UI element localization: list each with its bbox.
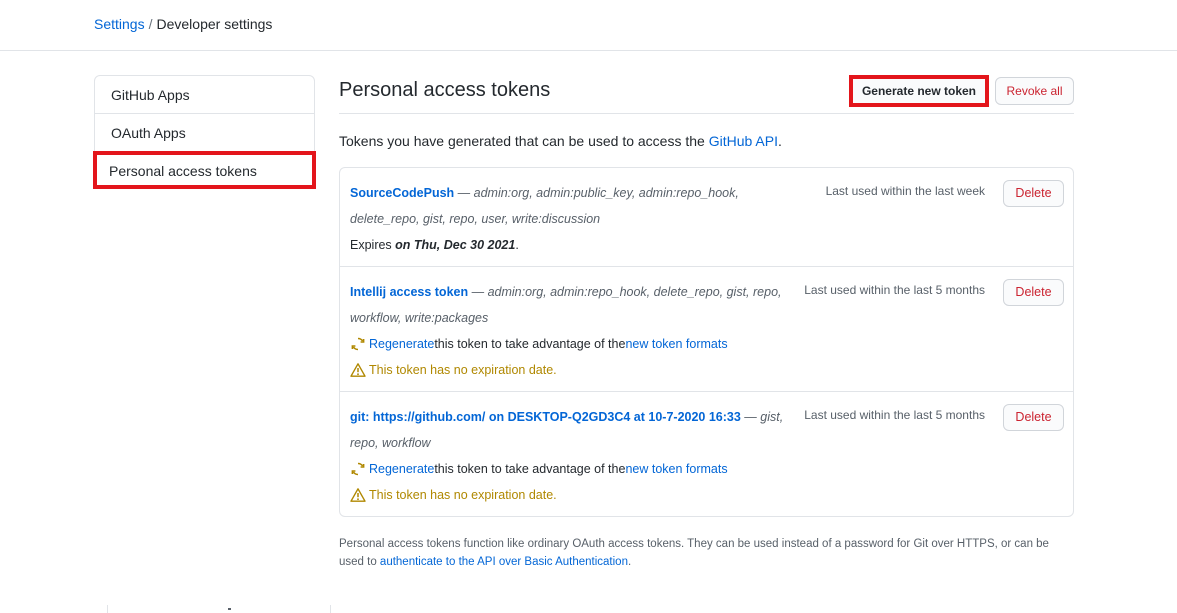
warning-text: This token has no expiration date.	[369, 488, 557, 502]
breadcrumb-settings-link[interactable]: Settings	[94, 16, 145, 32]
token-regenerate-notice: Regenerate this token to take advantage …	[350, 331, 1063, 357]
regenerate-text: this token to take advantage of the	[434, 462, 626, 476]
regenerate-text: this token to take advantage of the	[434, 337, 626, 351]
generate-new-token-button[interactable]: Generate new token	[849, 75, 989, 107]
token-row: Intellij access token — admin:org, admin…	[340, 267, 1073, 392]
token-expiry-date: on Thu, Dec 30 2021	[395, 238, 516, 252]
new-token-formats-link[interactable]: new token formats	[625, 456, 727, 482]
token-dash: —	[454, 186, 474, 200]
sidebar-item-github-apps[interactable]: GitHub Apps	[95, 76, 314, 114]
token-row: git: https://github.com/ on DESKTOP-Q2GD…	[340, 392, 1073, 516]
token-name-link[interactable]: Intellij access token	[350, 285, 468, 299]
revoke-all-button[interactable]: Revoke all	[995, 77, 1074, 105]
delete-token-button[interactable]: Delete	[1003, 404, 1064, 431]
alert-icon	[350, 488, 366, 502]
new-token-formats-link[interactable]: new token formats	[625, 331, 727, 357]
token-dash: —	[468, 285, 488, 299]
token-last-used: Last used within the last 5 months	[804, 283, 985, 297]
breadcrumb: Settings / Developer settings	[94, 16, 272, 32]
token-name-link[interactable]: SourceCodePush	[350, 186, 454, 200]
sidebar-item-oauth-apps[interactable]: OAuth Apps	[95, 114, 314, 152]
delete-token-button[interactable]: Delete	[1003, 180, 1064, 207]
sync-icon	[351, 337, 365, 351]
token-expiry: Expires on Thu, Dec 30 2021.	[350, 232, 1063, 258]
page-title: Personal access tokens	[339, 79, 551, 101]
top-bar: Settings / Developer settings	[0, 0, 1177, 51]
intro-prefix: Tokens you have generated that can be us…	[339, 133, 709, 149]
token-dash: —	[740, 410, 761, 424]
footer-suffix: .	[627, 556, 632, 568]
sidebar-item-personal-access-tokens[interactable]: Personal access tokens	[93, 151, 316, 189]
token-row: SourceCodePush — admin:org, admin:public…	[340, 168, 1073, 267]
token-expiration-warning: This token has no expiration date.	[350, 357, 1063, 383]
sync-icon	[351, 462, 365, 476]
divider	[228, 608, 231, 610]
token-list: SourceCodePush — admin:org, admin:public…	[339, 167, 1074, 517]
intro-suffix: .	[777, 133, 782, 149]
breadcrumb-separator: /	[148, 16, 153, 32]
intro-text: Tokens you have generated that can be us…	[339, 133, 782, 149]
regenerate-link[interactable]: Regenerate	[369, 331, 434, 357]
token-expiry-suffix: .	[515, 238, 519, 252]
page-header: Personal access tokens Generate new toke…	[339, 75, 1074, 114]
regenerate-link[interactable]: Regenerate	[369, 456, 434, 482]
token-last-used: Last used within the last week	[825, 184, 985, 198]
divider	[330, 605, 331, 613]
token-regenerate-notice: Regenerate this token to take advantage …	[350, 456, 1063, 482]
alert-icon	[350, 363, 366, 377]
breadcrumb-current: Developer settings	[156, 16, 273, 32]
token-description: SourceCodePush — admin:org, admin:public…	[350, 180, 810, 232]
basic-auth-link[interactable]: authenticate to the API over Basic Authe…	[380, 556, 628, 568]
token-expiration-warning: This token has no expiration date.	[350, 482, 1063, 508]
token-last-used: Last used within the last 5 months	[804, 408, 985, 422]
divider	[107, 605, 108, 613]
token-description: Intellij access token — admin:org, admin…	[350, 279, 810, 331]
token-expiry-prefix: Expires	[350, 238, 396, 252]
warning-text: This token has no expiration date.	[369, 363, 557, 377]
github-api-link[interactable]: GitHub API	[709, 133, 778, 149]
token-name-link[interactable]: git: https://github.com/ on DESKTOP-Q2GD…	[350, 410, 741, 424]
developer-settings-sidebar: GitHub Apps OAuth Apps Personal access t…	[93, 75, 316, 189]
token-description: git: https://github.com/ on DESKTOP-Q2GD…	[350, 404, 810, 456]
delete-token-button[interactable]: Delete	[1003, 279, 1064, 306]
main-content: Personal access tokens Generate new toke…	[339, 75, 1074, 517]
footer-note: Personal access tokens function like ord…	[339, 535, 1074, 571]
